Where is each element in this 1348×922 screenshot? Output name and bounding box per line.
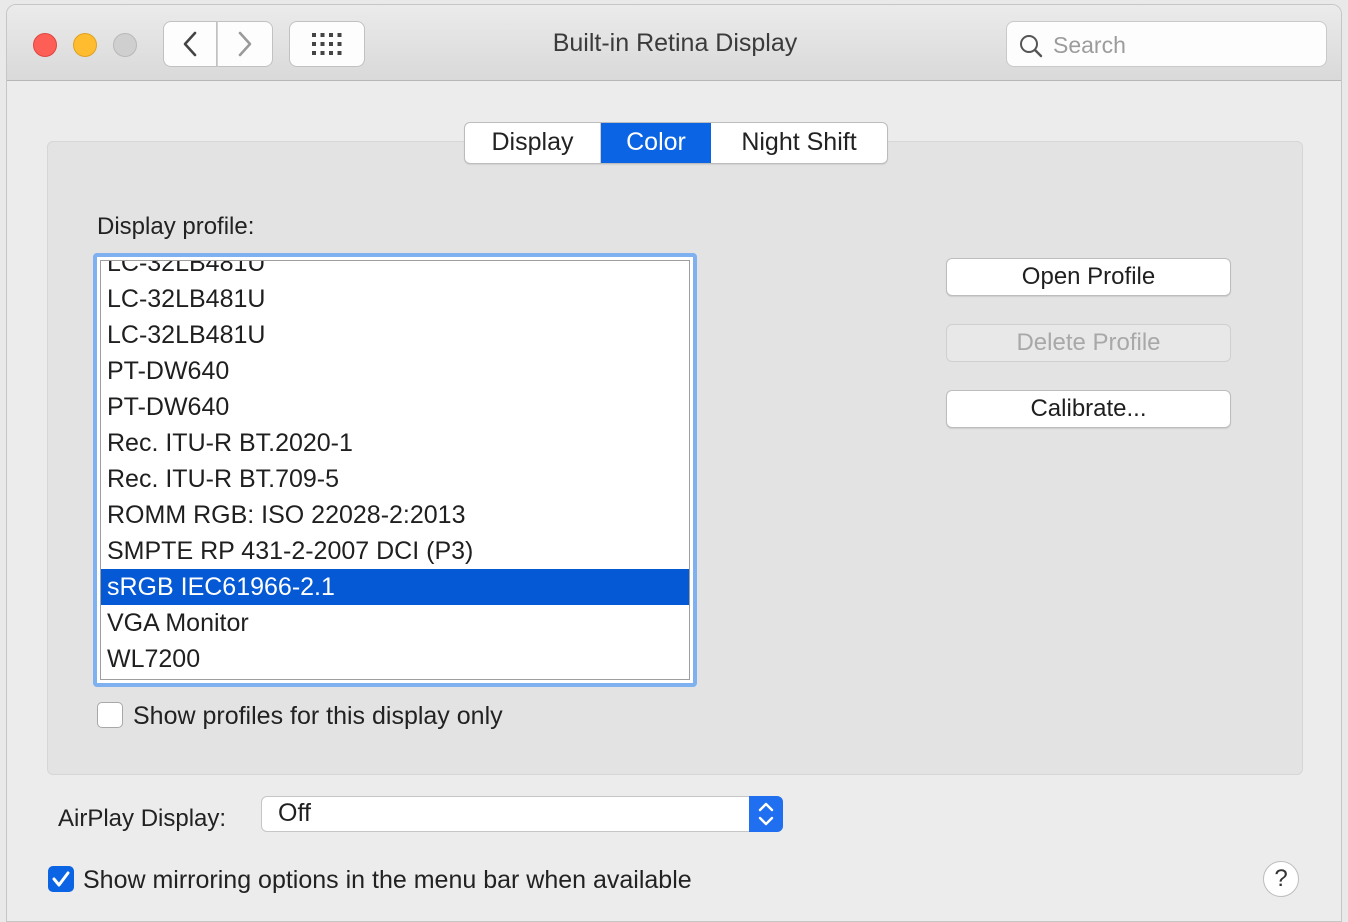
display-profile-label: Display profile: — [97, 213, 255, 240]
title-bar: Built-in Retina Display — [7, 5, 1341, 81]
up-down-chevron-icon — [758, 802, 774, 826]
checkmark-icon — [52, 871, 70, 887]
tab-bar: Display Color Night Shift — [464, 122, 888, 164]
calibrate-button[interactable]: Calibrate... — [946, 390, 1231, 428]
list-item[interactable]: PT-DW640 — [101, 353, 689, 389]
show-profiles-checkbox[interactable] — [97, 702, 123, 728]
list-item[interactable]: VGA Monitor — [101, 605, 689, 641]
tab-color[interactable]: Color — [601, 123, 711, 163]
show-profiles-label: Show profiles for this display only — [133, 702, 503, 730]
profile-list-viewport: LC-32LB481U LC-32LB481U LC-32LB481U PT-D… — [100, 260, 690, 680]
tab-display[interactable]: Display — [465, 123, 601, 163]
select-stepper[interactable] — [749, 796, 783, 832]
search-icon — [1020, 35, 1043, 58]
airplay-display-label: AirPlay Display: — [58, 805, 227, 832]
delete-profile-button[interactable]: Delete Profile — [946, 324, 1231, 362]
profile-list-items: LC-32LB481U LC-32LB481U LC-32LB481U PT-D… — [101, 261, 689, 677]
list-item-selected[interactable]: sRGB IEC61966-2.1 — [101, 569, 689, 605]
profile-list[interactable]: LC-32LB481U LC-32LB481U LC-32LB481U PT-D… — [93, 253, 697, 687]
tab-night-shift[interactable]: Night Shift — [711, 123, 887, 163]
list-item[interactable]: ROMM RGB: ISO 22028-2:2013 — [101, 497, 689, 533]
list-item[interactable]: PT-DW640 — [101, 389, 689, 425]
airplay-display-select[interactable]: Off — [261, 796, 783, 832]
help-button[interactable]: ? — [1263, 861, 1299, 897]
list-item[interactable]: LC-32LB481U — [101, 261, 689, 281]
list-item[interactable]: Rec. ITU-R BT.709-5 — [101, 461, 689, 497]
preferences-window: Built-in Retina Display Display Color Ni… — [6, 4, 1342, 922]
airplay-display-value: Off — [278, 799, 311, 827]
mirroring-label: Show mirroring options in the menu bar w… — [83, 866, 692, 894]
open-profile-button[interactable]: Open Profile — [946, 258, 1231, 296]
list-item[interactable]: WL7200 — [101, 641, 689, 677]
list-item[interactable]: Rec. ITU-R BT.2020-1 — [101, 425, 689, 461]
search-input[interactable] — [1051, 30, 1315, 60]
search-field[interactable] — [1006, 21, 1327, 67]
list-item[interactable]: LC-32LB481U — [101, 281, 689, 317]
list-item[interactable]: SMPTE RP 431-2-2007 DCI (P3) — [101, 533, 689, 569]
mirroring-checkbox[interactable] — [48, 866, 74, 892]
list-item[interactable]: LC-32LB481U — [101, 317, 689, 353]
